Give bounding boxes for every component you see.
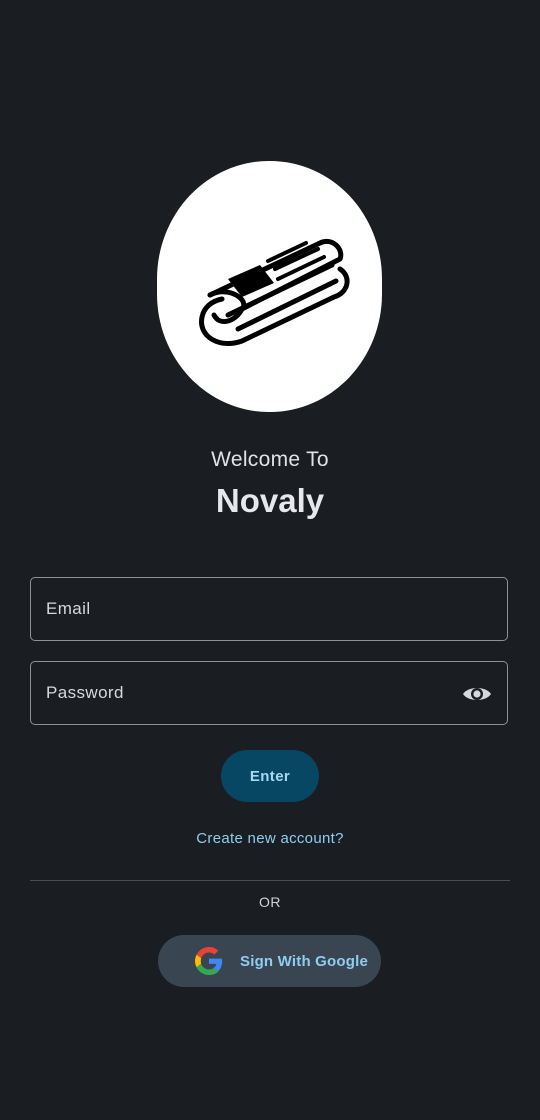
app-logo <box>157 161 382 412</box>
google-signin-label: Sign With Google <box>240 952 369 970</box>
eye-icon[interactable] <box>461 679 493 709</box>
welcome-text: Welcome To <box>211 448 329 471</box>
password-input[interactable] <box>31 683 507 703</box>
or-label: OR <box>259 894 281 910</box>
google-g-icon <box>195 947 223 975</box>
password-field[interactable] <box>30 661 508 725</box>
create-account-link[interactable]: Create new account? <box>0 830 540 847</box>
enter-button[interactable]: Enter <box>221 750 319 802</box>
divider <box>30 880 510 881</box>
app-name: Novaly <box>215 482 325 519</box>
email-input[interactable] <box>31 599 507 619</box>
email-field[interactable] <box>30 577 508 641</box>
newspaper-icon <box>198 238 350 346</box>
google-signin-button[interactable]: Sign With Google <box>158 935 381 987</box>
